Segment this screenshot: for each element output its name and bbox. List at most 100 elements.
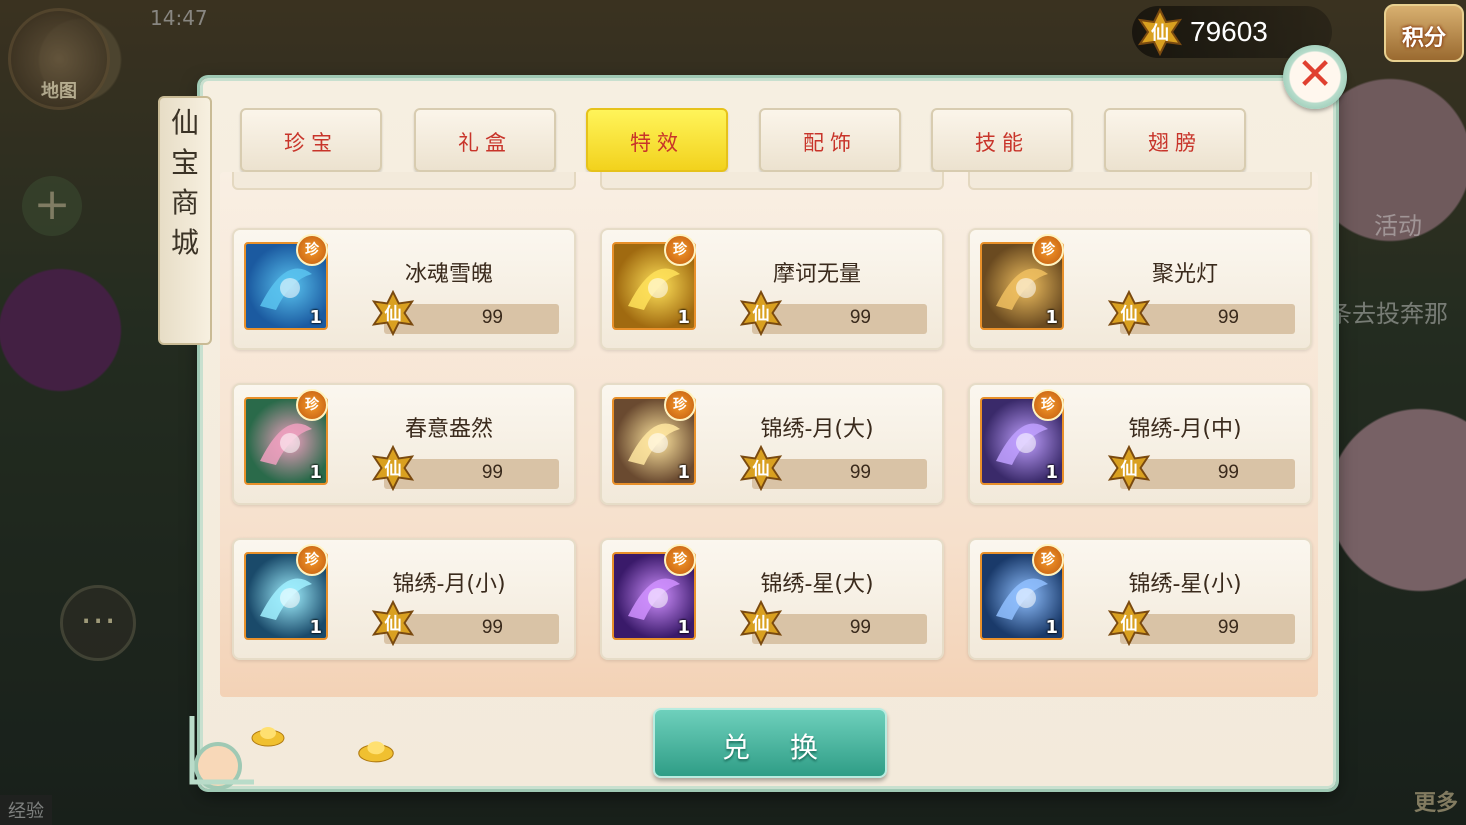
chat-bubble-icon[interactable]: ⋯ [60,585,136,661]
tab-effects[interactable]: 特效 [586,108,728,172]
immortal-coin-icon: 仙 [739,600,783,646]
close-button[interactable]: ✕ [1283,45,1347,109]
immortal-coin-icon: 仙 [739,290,783,336]
map-label: 地图 [41,81,77,102]
item-quantity: 1 [677,307,690,328]
item-card[interactable]: 1 珍锦绣-月(中) 99 仙 [968,383,1312,505]
item-card[interactable]: 1 珍锦绣-月(小) 99 仙 [232,538,576,660]
immortal-coin-icon: 仙 [1107,600,1151,646]
item-name: 聚光灯 [1151,262,1218,287]
item-quantity: 1 [1045,462,1058,483]
category-tabs: 珍宝 礼盒 特效 配饰 技能 翅膀 [240,108,1250,172]
tab-label: 珍宝 [284,131,338,155]
tab-accessories[interactable]: 配饰 [759,108,901,172]
svg-text:仙: 仙 [1120,459,1137,480]
exchange-label: 兑换 [721,731,858,764]
add-icon[interactable]: + [22,176,82,236]
svg-text:仙: 仙 [1151,22,1169,44]
more-button[interactable]: 更多 [1414,785,1458,817]
item-card[interactable]: 1 珍冰魂雪魄 99 仙 [232,228,576,350]
currency-amount: 79603 [1190,16,1268,47]
item-price: 99 [481,462,503,483]
item-price: 99 [849,307,871,328]
rare-badge-icon: 珍 [664,234,696,266]
svg-text:仙: 仙 [752,459,769,480]
item-name: 锦绣-星(大) [760,572,874,597]
item-name: 锦绣-月(大) [760,417,874,442]
immortal-coin-icon: 仙 [371,600,415,646]
rare-badge-icon: 珍 [1032,389,1064,421]
tab-label: 礼盒 [458,131,512,155]
item-price: 99 [481,307,503,328]
item-name: 锦绣-月(小) [392,572,506,597]
partial-item-card [968,172,1312,190]
activity-label[interactable]: 活动 [1374,206,1422,241]
tab-gift-box[interactable]: 礼盒 [414,108,556,172]
svg-text:仙: 仙 [752,614,769,635]
map-button[interactable]: 地图 [8,8,110,110]
svg-text:仙: 仙 [752,304,769,325]
gold-ingot-icon [358,741,394,763]
item-price: 99 [1217,617,1239,638]
shop-title-char: 仙 [170,106,199,139]
item-card[interactable]: 1 珍摩诃无量 99 仙 [600,228,944,350]
item-name: 摩诃无量 [772,262,861,287]
item-quantity: 1 [1045,617,1058,638]
quest-tracker-text[interactable]: 条去投奔那 [1328,294,1448,329]
svg-text:仙: 仙 [1120,614,1137,635]
rare-badge-icon: 珍 [296,544,328,576]
item-card[interactable]: 1 珍锦绣-星(小) 99 仙 [968,538,1312,660]
item-price: 99 [849,462,871,483]
exp-label: 经验 [0,795,52,825]
points-label: 积分 [1401,26,1446,51]
item-name: 春意盎然 [404,417,493,442]
item-card[interactable]: 1 珍聚光灯 99 仙 [968,228,1312,350]
close-icon: ✕ [1296,49,1334,100]
tab-label: 特效 [630,131,684,155]
partial-item-card [232,172,576,190]
rare-badge-icon: 珍 [296,389,328,421]
item-grid[interactable]: 1 珍冰魂雪魄 99 仙 1 珍摩诃无量 99 仙 1 珍聚光灯 99 仙 1 珍春意盎然 99 仙 1 珍锦绣-… [220,172,1318,697]
item-quantity: 1 [309,307,322,328]
item-card[interactable]: 1 珍春意盎然 99 仙 [232,383,576,505]
shop-title-char: 商 [170,186,199,219]
immortal-coin-icon: 仙 [1107,290,1151,336]
tab-wings[interactable]: 翅膀 [1104,108,1246,172]
tab-skills[interactable]: 技能 [931,108,1073,172]
points-button[interactable]: 积分 [1384,4,1464,62]
item-name: 锦绣-月(中) [1128,417,1242,442]
tab-treasure[interactable]: 珍宝 [240,108,382,172]
item-price: 99 [1217,462,1239,483]
item-quantity: 1 [1045,307,1058,328]
shop-title-char: 城 [170,226,199,259]
rare-badge-icon: 珍 [664,544,696,576]
item-card[interactable]: 1 珍锦绣-星(大) 99 仙 [600,538,944,660]
immortal-coin-icon: 仙 [739,445,783,491]
item-price: 99 [1217,307,1239,328]
clock-text: 14:47 [150,6,208,30]
svg-text:仙: 仙 [384,304,401,325]
immortal-coin-icon: 仙 [1107,445,1151,491]
tab-label: 技能 [975,131,1029,155]
item-price: 99 [481,617,503,638]
item-quantity: 1 [677,617,690,638]
item-name: 冰魂雪魄 [404,262,493,287]
item-name: 锦绣-星(小) [1128,572,1242,597]
shop-title-char: 宝 [170,146,199,179]
rare-badge-icon: 珍 [1032,544,1064,576]
item-quantity: 1 [309,462,322,483]
tab-label: 翅膀 [1148,131,1202,155]
item-quantity: 1 [309,617,322,638]
item-price: 99 [849,617,871,638]
svg-text:仙: 仙 [384,459,401,480]
shop-title-scroll: 仙 宝 商 城 [158,96,212,345]
exchange-button[interactable]: 兑换 [653,708,887,778]
rare-badge-icon: 珍 [664,389,696,421]
immortal-coin-icon: 仙 [1137,8,1183,56]
partial-item-card [600,172,944,190]
svg-text:仙: 仙 [384,614,401,635]
jade-corner-ornament [189,716,254,790]
rare-badge-icon: 珍 [296,234,328,266]
item-quantity: 1 [677,462,690,483]
item-card[interactable]: 1 珍锦绣-月(大) 99 仙 [600,383,944,505]
